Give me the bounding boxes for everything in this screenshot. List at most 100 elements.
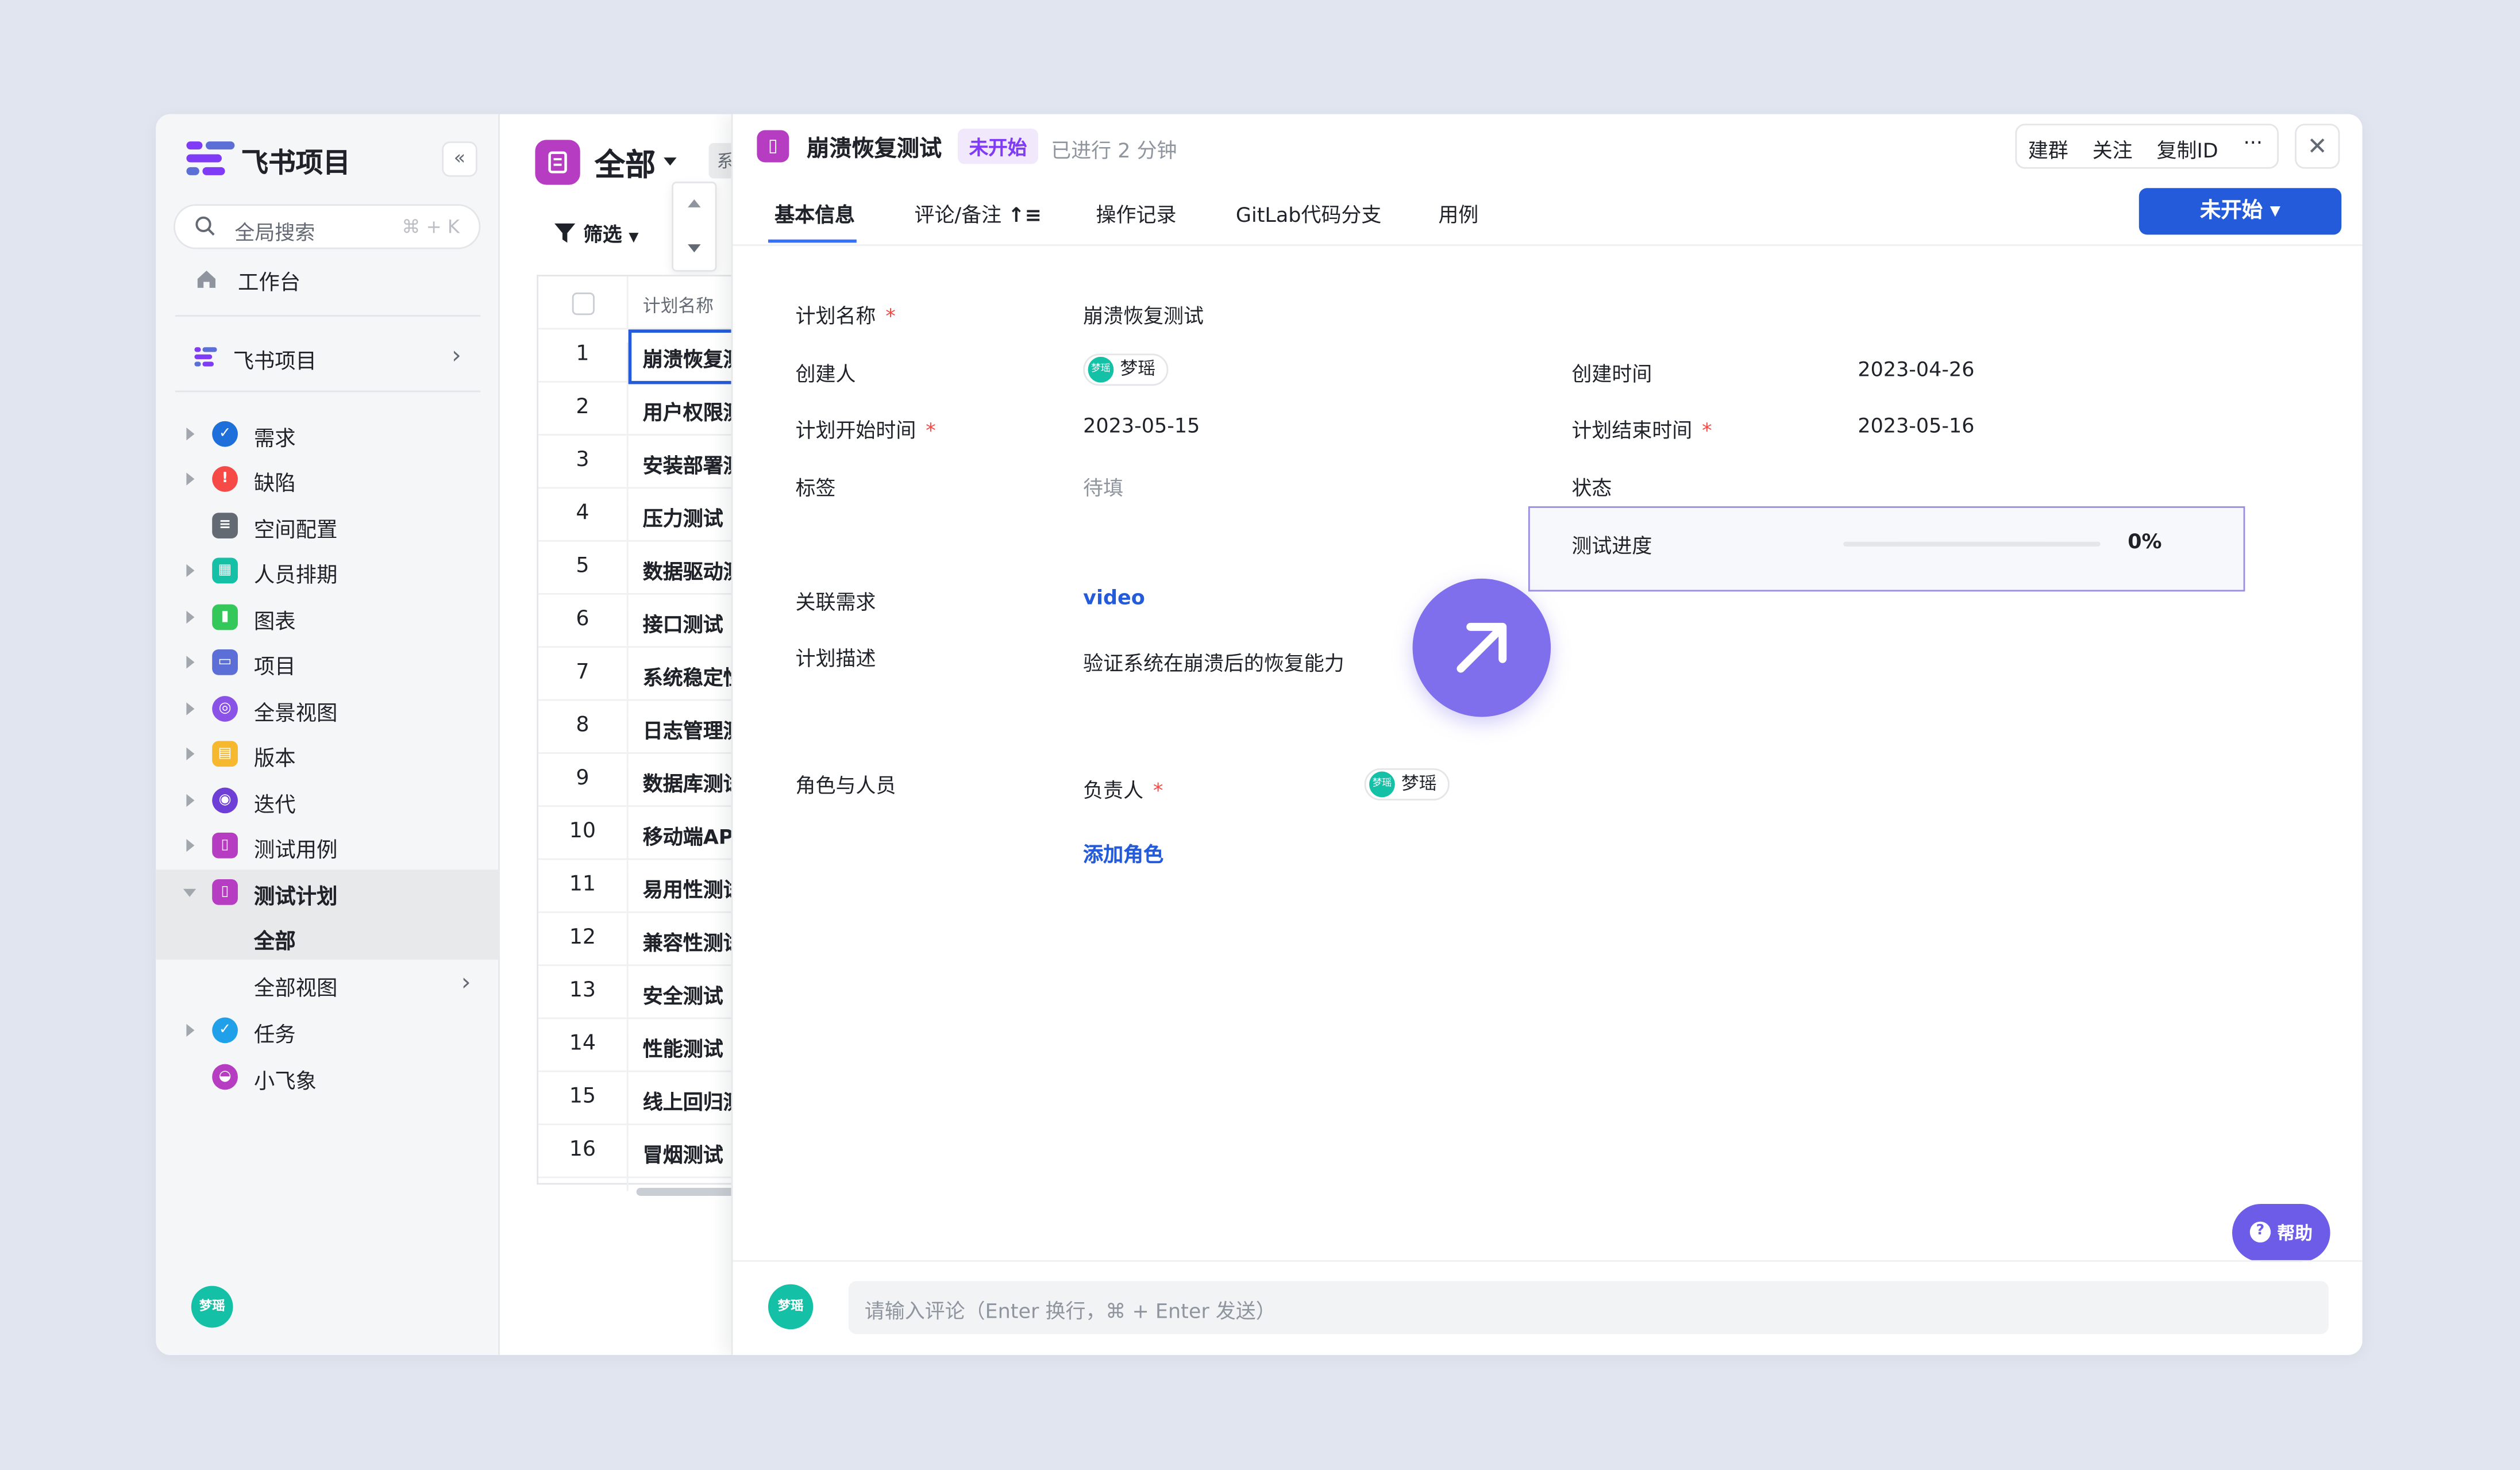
field-label-end-time: 计划结束时间 * — [1571, 418, 1712, 442]
active-tab-indicator — [768, 239, 857, 243]
chart-icon: ▮ — [212, 604, 238, 630]
sidebar-item-iterations[interactable]: ◉ 迭代 — [156, 778, 500, 823]
global-search[interactable]: 全局搜索 ⌘ + K — [174, 204, 481, 249]
row-plan-name[interactable]: 数据库测试 — [643, 767, 743, 797]
field-value-plan-name[interactable]: 崩溃恢复测试 — [1083, 299, 1204, 329]
status-dropdown-button[interactable]: 未开始 ▾ — [2138, 188, 2342, 235]
owner-chip[interactable]: 梦瑶 梦瑶 — [1364, 768, 1450, 801]
table-row[interactable]: 8 日志管理测 — [538, 701, 764, 767]
tab-basic-info[interactable]: 基本信息 — [775, 198, 855, 228]
scroll-up-icon[interactable] — [688, 199, 701, 207]
sidebar-item-tasks[interactable]: ✓ 任务 — [156, 1008, 500, 1053]
space-name: 飞书项目 — [233, 350, 317, 375]
table-row[interactable]: 9 数据库测试 — [538, 754, 764, 820]
table-row[interactable]: 5 数据驱动测 — [538, 542, 764, 608]
row-plan-name[interactable]: 压力测试 — [643, 502, 723, 532]
sidebar-item-panorama[interactable]: ◎ 全景视图 — [156, 686, 500, 731]
user-avatar[interactable]: 梦瑶 — [191, 1286, 233, 1328]
table-row[interactable]: 16 冒烟测试 — [538, 1125, 764, 1191]
sidebar-item-workbench[interactable]: 工作台 — [156, 256, 500, 301]
table-row[interactable]: 14 性能测试 — [538, 1019, 764, 1085]
sidebar-item-defects[interactable]: ! 缺陷 — [156, 456, 500, 501]
field-label-owner: 负责人 * — [1083, 778, 1163, 802]
field-value-start-time[interactable]: 2023-05-15 — [1083, 413, 1200, 437]
expand-arrow-icon — [186, 702, 195, 715]
tab-operation-log[interactable]: 操作记录 — [1096, 198, 1177, 228]
table-row[interactable]: 12 兼容性测试 — [538, 913, 764, 979]
creator-chip[interactable]: 梦瑶 梦瑶 — [1083, 353, 1169, 386]
collapse-sidebar-button[interactable]: « — [442, 141, 477, 177]
copy-id-button[interactable]: 复制ID — [2157, 133, 2218, 164]
testcase-icon: ▯ — [212, 832, 238, 859]
sidebar-item-versions[interactable]: ▤ 版本 — [156, 732, 500, 776]
table-row[interactable]: 4 压力测试 — [538, 488, 764, 555]
sidebar-item-label: 测试计划 — [253, 886, 338, 910]
filter-button[interactable]: 筛选 ▼ — [554, 220, 638, 248]
sidebar-item-testcases[interactable]: ▯ 测试用例 — [156, 823, 500, 868]
row-plan-name[interactable]: 用户权限测 — [643, 395, 743, 426]
scroll-down-icon[interactable] — [688, 244, 701, 253]
row-plan-name[interactable]: 安装部署测 — [643, 448, 743, 479]
field-value-description[interactable]: 验证系统在崩溃后的恢复能力 — [1083, 646, 1344, 676]
table-row[interactable]: 11 易用性测试 — [538, 860, 764, 926]
sidebar-item-staffing[interactable]: ▦ 人员排期 — [156, 548, 500, 593]
jump-arrow-button[interactable] — [1412, 578, 1551, 717]
detail-panel: ▯ 崩溃恢复测试 未开始 已进行 2 分钟 建群 关注 复制ID ··· ✕ 基… — [731, 114, 2363, 1355]
sidebar-subitem-all-views[interactable]: 全部视图 › — [156, 961, 500, 1006]
progress-value: 0% — [2128, 529, 2162, 553]
horizontal-scrollbar[interactable] — [636, 1187, 739, 1196]
expand-arrow-icon — [186, 564, 195, 578]
comment-input[interactable]: 请输入评论（Enter 换行，⌘ + Enter 发送） — [848, 1281, 2329, 1334]
follow-button[interactable]: 关注 — [2093, 133, 2133, 164]
table-row[interactable]: 3 安装部署测 — [538, 436, 764, 502]
table-header: 计划名称 — [538, 276, 764, 330]
row-plan-name[interactable]: 日志管理测 — [643, 714, 743, 744]
row-plan-name[interactable]: 线上回归测 — [643, 1085, 743, 1115]
table-row[interactable]: 13 安全测试 — [538, 966, 764, 1032]
sidebar-subitem-all[interactable]: 全部 — [156, 914, 500, 960]
related-requirement-link[interactable]: video — [1083, 585, 1145, 609]
sidebar-item-projects[interactable]: ▭ 项目 — [156, 640, 500, 684]
table-row[interactable]: 10 移动端APP — [538, 807, 764, 873]
search-placeholder: 全局搜索 — [234, 220, 315, 245]
table-row[interactable]: 15 线上回归测 — [538, 1072, 764, 1138]
column-header-plan-name[interactable]: 计划名称 — [643, 293, 714, 318]
sidebar-item-label: 工作台 — [237, 271, 301, 296]
field-value-end-time[interactable]: 2023-05-16 — [1858, 413, 1974, 437]
more-icon[interactable]: ··· — [2244, 130, 2263, 155]
create-group-button[interactable]: 建群 — [2028, 133, 2068, 164]
chevron-down-icon[interactable] — [664, 157, 677, 166]
sidebar-item-elephant[interactable]: ◒ 小飞象 — [156, 1055, 500, 1099]
sidebar-item-charts[interactable]: ▮ 图表 — [156, 595, 500, 640]
table-row[interactable]: 2 用户权限测 — [538, 383, 764, 449]
select-all-cell — [538, 276, 629, 330]
close-icon[interactable]: ✕ — [2295, 124, 2340, 169]
table-row[interactable]: 1 崩溃恢复测 — [538, 329, 773, 396]
sidebar-item-space-config[interactable]: ≡ 空间配置 — [156, 503, 500, 548]
test-progress-field[interactable]: 测试进度 0% — [1528, 506, 2245, 592]
tab-comments[interactable]: 评论/备注 ↑≡ — [914, 198, 1041, 228]
row-plan-name[interactable]: 兼容性测试 — [643, 926, 743, 956]
row-plan-name[interactable]: 冒烟测试 — [643, 1138, 723, 1168]
row-plan-name[interactable]: 接口测试 — [643, 607, 723, 638]
sidebar-item-label: 全部视图 — [253, 977, 338, 1002]
sidebar-space-switcher[interactable]: 飞书项目 › — [156, 334, 500, 379]
add-role-button[interactable]: 添加角色 — [1083, 837, 1163, 868]
tab-testcases[interactable]: 用例 — [1438, 198, 1478, 228]
table-row[interactable]: 7 系统稳定性 — [538, 648, 764, 714]
sidebar-item-requirements[interactable]: ✓ 需求 — [156, 411, 500, 456]
row-plan-name[interactable]: 性能测试 — [643, 1032, 723, 1063]
sidebar-item-testplans[interactable]: ▯ 测试计划 — [156, 869, 500, 915]
field-value-tags[interactable]: 待填 — [1083, 471, 1123, 502]
table-row[interactable]: 6 接口测试 — [538, 595, 764, 661]
help-button[interactable]: ? 帮助 — [2232, 1203, 2330, 1262]
list-title[interactable]: 全部 — [595, 141, 656, 185]
select-all-checkbox[interactable] — [572, 293, 595, 315]
row-plan-name[interactable]: 安全测试 — [643, 979, 723, 1009]
tab-gitlab-branch[interactable]: GitLab代码分支 — [1236, 198, 1381, 228]
scroll-stepper[interactable] — [672, 182, 717, 272]
row-plan-name[interactable]: 系统稳定性 — [643, 661, 743, 691]
row-plan-name[interactable]: 数据驱动测 — [643, 555, 743, 585]
status-badge: 未开始 — [958, 128, 1038, 164]
row-plan-name[interactable]: 易用性测试 — [643, 873, 743, 903]
